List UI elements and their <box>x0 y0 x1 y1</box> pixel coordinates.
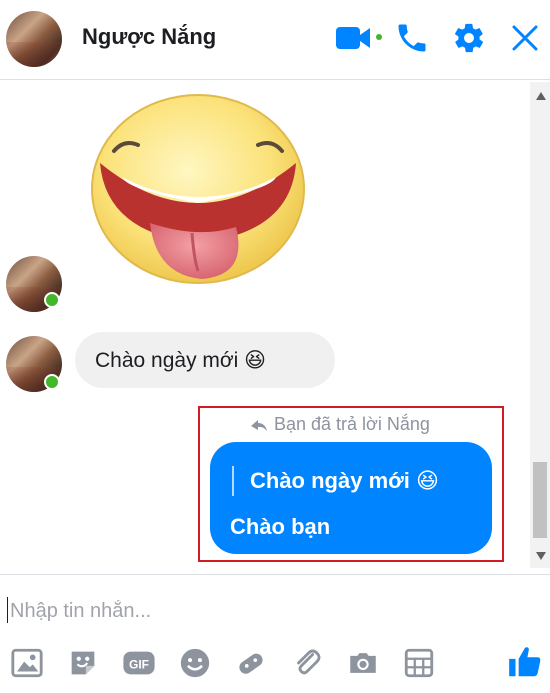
game-icon[interactable] <box>234 646 268 680</box>
composer-divider <box>0 574 550 575</box>
incoming-message-bubble[interactable]: Chào ngày mới 😆 <box>75 332 335 388</box>
video-call-icon[interactable] <box>336 24 374 52</box>
calendar-icon[interactable] <box>402 646 436 680</box>
highlight-annotation-box <box>198 406 504 562</box>
svg-text:GIF: GIF <box>129 658 149 672</box>
scrollbar-thumb[interactable] <box>533 462 547 538</box>
online-status-dot <box>44 292 60 308</box>
attachment-icon[interactable] <box>290 646 324 680</box>
message-input[interactable] <box>8 592 532 630</box>
gif-icon[interactable]: GIF <box>122 646 156 680</box>
laughing-tongue-out-face-sticker[interactable] <box>86 93 310 293</box>
scroll-up-arrow-icon[interactable] <box>536 92 546 100</box>
online-status-dot <box>44 374 60 390</box>
settings-icon[interactable] <box>452 21 486 55</box>
chat-header: Ngược Nắng <box>0 0 550 80</box>
emoji-icon[interactable] <box>178 646 212 680</box>
contact-avatar[interactable] <box>6 11 62 67</box>
scroll-down-arrow-icon[interactable] <box>536 552 546 560</box>
photo-icon[interactable] <box>10 646 44 680</box>
close-icon[interactable] <box>512 25 538 51</box>
thumbs-up-icon[interactable] <box>506 643 544 681</box>
online-indicator <box>376 34 382 40</box>
incoming-message-text: Chào ngày mới 😆 <box>95 349 267 372</box>
contact-name[interactable]: Ngược Nắng <box>82 24 216 50</box>
voice-call-icon[interactable] <box>394 20 430 56</box>
camera-icon[interactable] <box>346 646 380 680</box>
sticker-icon[interactable] <box>66 646 100 680</box>
